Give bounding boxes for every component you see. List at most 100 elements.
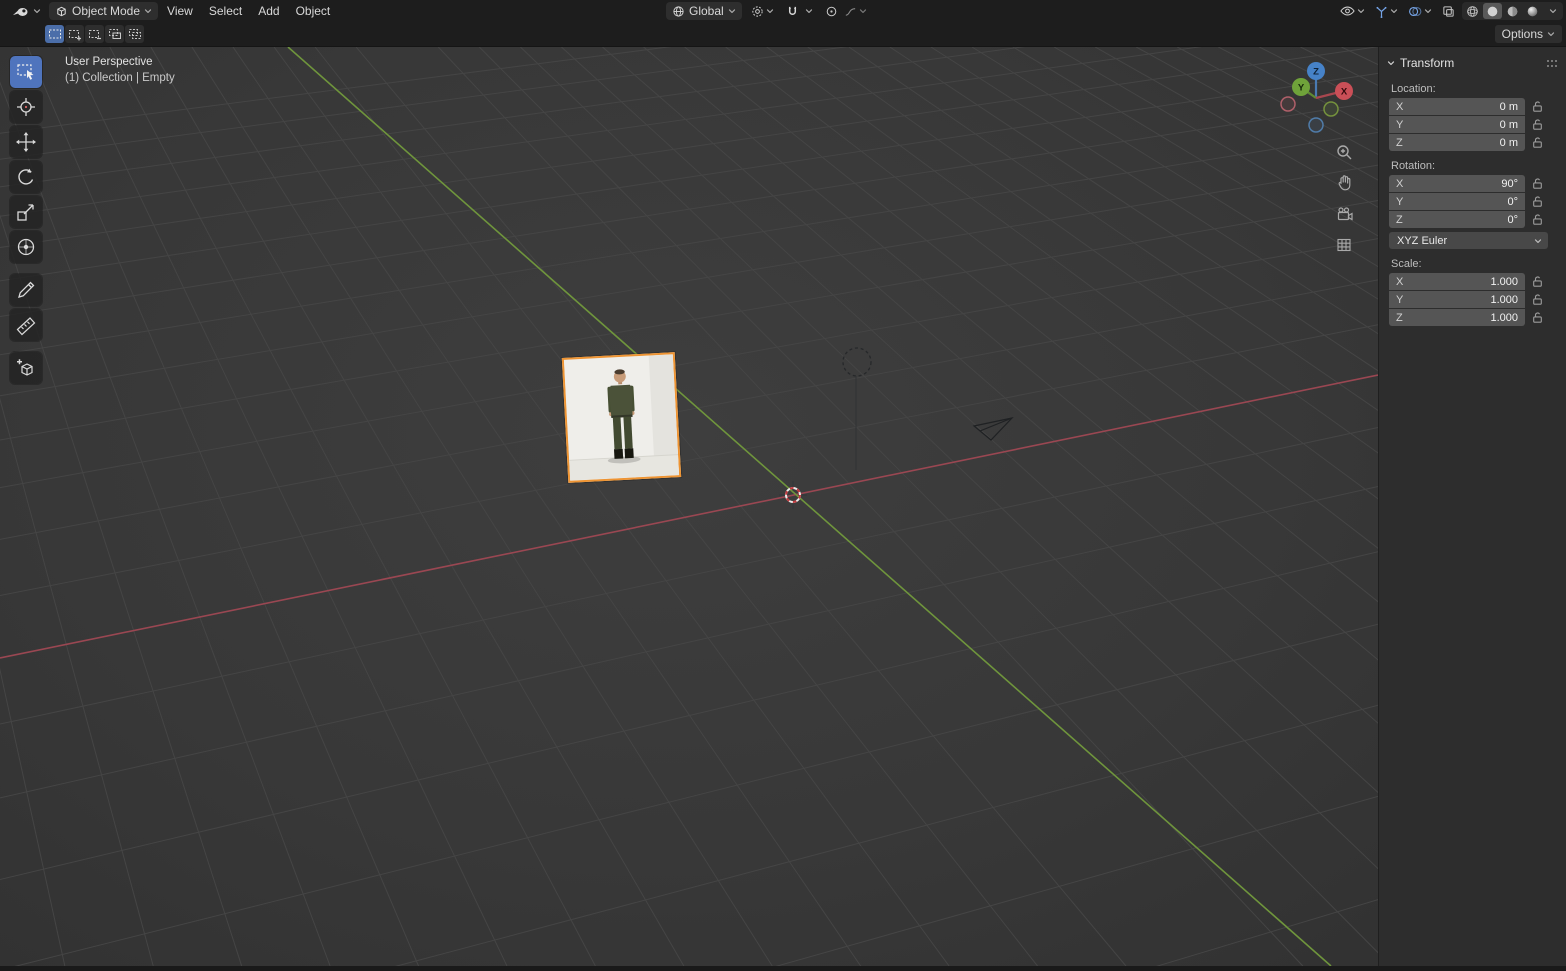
overlays-icon (1409, 6, 1422, 16)
pan-button[interactable] (1335, 174, 1353, 192)
select-invert-button[interactable] (105, 25, 124, 43)
scale-x-field[interactable]: X 1.000 (1389, 273, 1525, 290)
lock-open-icon[interactable] (1531, 177, 1544, 190)
scale-z-field[interactable]: Z 1.000 (1389, 309, 1525, 326)
lock-open-icon[interactable] (1531, 293, 1544, 306)
chevron-down-icon (1390, 7, 1398, 15)
rotation-mode-dropdown[interactable]: XYZ Euler (1389, 232, 1548, 249)
field-value: 1.000 (1490, 293, 1518, 306)
field-value: 0 m (1499, 100, 1518, 113)
tool-add-cube-button[interactable] (10, 352, 42, 384)
chevron-down-icon (1534, 237, 1542, 245)
move-tool-icon (16, 132, 36, 152)
location-y-field[interactable]: Y 0 m (1389, 116, 1525, 133)
lock-open-icon[interactable] (1531, 136, 1544, 149)
camera-object[interactable] (972, 417, 1014, 441)
rotation-z-field[interactable]: Z 0° (1389, 211, 1525, 228)
field-value: 0 m (1499, 136, 1518, 149)
select-intersect-button[interactable] (125, 25, 144, 43)
zoom-button[interactable] (1335, 143, 1353, 161)
tool-transform-button[interactable] (10, 231, 42, 263)
reference-image-object[interactable] (561, 352, 682, 483)
xray-icon (1443, 5, 1454, 17)
options-button[interactable]: Options (1494, 25, 1562, 43)
eye-icon (1340, 6, 1355, 16)
transform-panel-header[interactable]: Transform (1379, 47, 1566, 74)
reference-photo (563, 354, 680, 481)
rotation-mode-label: XYZ Euler (1397, 234, 1448, 247)
show-gizmos-toggle[interactable] (1372, 2, 1401, 20)
tool-annotate-button[interactable] (10, 274, 42, 306)
menu-object[interactable]: Object (289, 2, 338, 20)
chevron-down-icon (728, 7, 736, 15)
shading-material-button[interactable] (1503, 3, 1522, 19)
select-invert-icon (108, 29, 121, 39)
proportional-toggle[interactable] (822, 2, 841, 20)
lock-open-icon[interactable] (1531, 195, 1544, 208)
axis-ball-y[interactable]: Y (1292, 78, 1310, 96)
shading-solid-button[interactable] (1483, 3, 1502, 19)
panel-grip-icon[interactable] (1546, 59, 1558, 68)
lock-open-icon[interactable] (1531, 100, 1544, 113)
lock-open-icon[interactable] (1531, 213, 1544, 226)
select-box-tool-icon (17, 64, 34, 80)
snap-toggle[interactable] (783, 2, 802, 20)
axis-ball-x[interactable]: X (1335, 82, 1353, 100)
location-x-row: X 0 m (1389, 98, 1544, 115)
gizmo-icon (1376, 6, 1387, 18)
snap-dropdown[interactable] (802, 2, 816, 20)
pivot-dropdown[interactable] (748, 2, 777, 20)
axis-ball-neg-x[interactable] (1280, 96, 1296, 112)
location-x-field[interactable]: X 0 m (1389, 98, 1525, 115)
viewport-3d[interactable]: User Perspective (1) Collection | Empty (0, 47, 1378, 966)
lock-open-icon[interactable] (1531, 311, 1544, 324)
navigation-gizmo[interactable]: Z Y X (1278, 60, 1354, 136)
menu-add[interactable]: Add (251, 2, 286, 20)
shading-dropdown[interactable] (1543, 3, 1562, 19)
lock-open-icon[interactable] (1531, 275, 1544, 288)
axis-ball-z[interactable]: Z (1307, 62, 1325, 80)
tool-measure-button[interactable] (10, 309, 42, 341)
empty-sphere-object[interactable] (842, 347, 872, 470)
shading-rendered-button[interactable] (1523, 3, 1542, 19)
ortho-toggle-button[interactable] (1335, 236, 1353, 254)
tool-cursor-button[interactable] (10, 91, 42, 123)
snap-controls (783, 2, 816, 20)
menu-view[interactable]: View (160, 2, 200, 20)
mode-dropdown[interactable]: Object Mode (49, 2, 159, 20)
app-menu-button[interactable] (6, 2, 47, 20)
falloff-dropdown[interactable] (841, 2, 870, 20)
proportional-controls (822, 2, 870, 20)
orientation-label: Global (689, 4, 724, 18)
proportional-editing-icon (826, 6, 836, 16)
rotation-y-field[interactable]: Y 0° (1389, 193, 1525, 210)
chevron-down-icon (1357, 7, 1365, 15)
rotation-x-field[interactable]: X 90° (1389, 175, 1525, 192)
show-overlays-toggle[interactable] (1405, 2, 1435, 20)
tool-select-box-button[interactable] (10, 56, 42, 88)
toolbar (10, 56, 42, 384)
location-z-field[interactable]: Z 0 m (1389, 134, 1525, 151)
menu-select[interactable]: Select (202, 2, 249, 20)
visibility-dropdown[interactable] (1337, 2, 1368, 20)
topbar-center: Global (666, 2, 870, 20)
location-fields: X 0 m Y 0 m Z 0 m (1379, 98, 1566, 151)
orientation-dropdown[interactable]: Global (666, 2, 742, 20)
lock-open-icon[interactable] (1531, 118, 1544, 131)
xray-toggle[interactable] (1439, 2, 1458, 20)
select-subtract-button[interactable] (85, 25, 104, 43)
tool-scale-button[interactable] (10, 196, 42, 228)
select-set-button[interactable] (45, 25, 64, 43)
scale-y-field[interactable]: Y 1.000 (1389, 291, 1525, 308)
axis-ball-neg-y[interactable] (1323, 101, 1339, 117)
topbar: Object Mode View Select Add Object Globa… (0, 0, 1566, 22)
select-extend-button[interactable] (65, 25, 84, 43)
axis-label: Y (1396, 293, 1404, 306)
camera-view-button[interactable] (1335, 205, 1353, 223)
solid-sphere-icon (1487, 6, 1498, 16)
tool-rotate-button[interactable] (10, 161, 42, 193)
shading-wireframe-button[interactable] (1463, 3, 1482, 19)
axis-ball-neg-z[interactable] (1308, 117, 1324, 133)
tool-move-button[interactable] (10, 126, 42, 158)
object-mode-icon (57, 6, 66, 16)
